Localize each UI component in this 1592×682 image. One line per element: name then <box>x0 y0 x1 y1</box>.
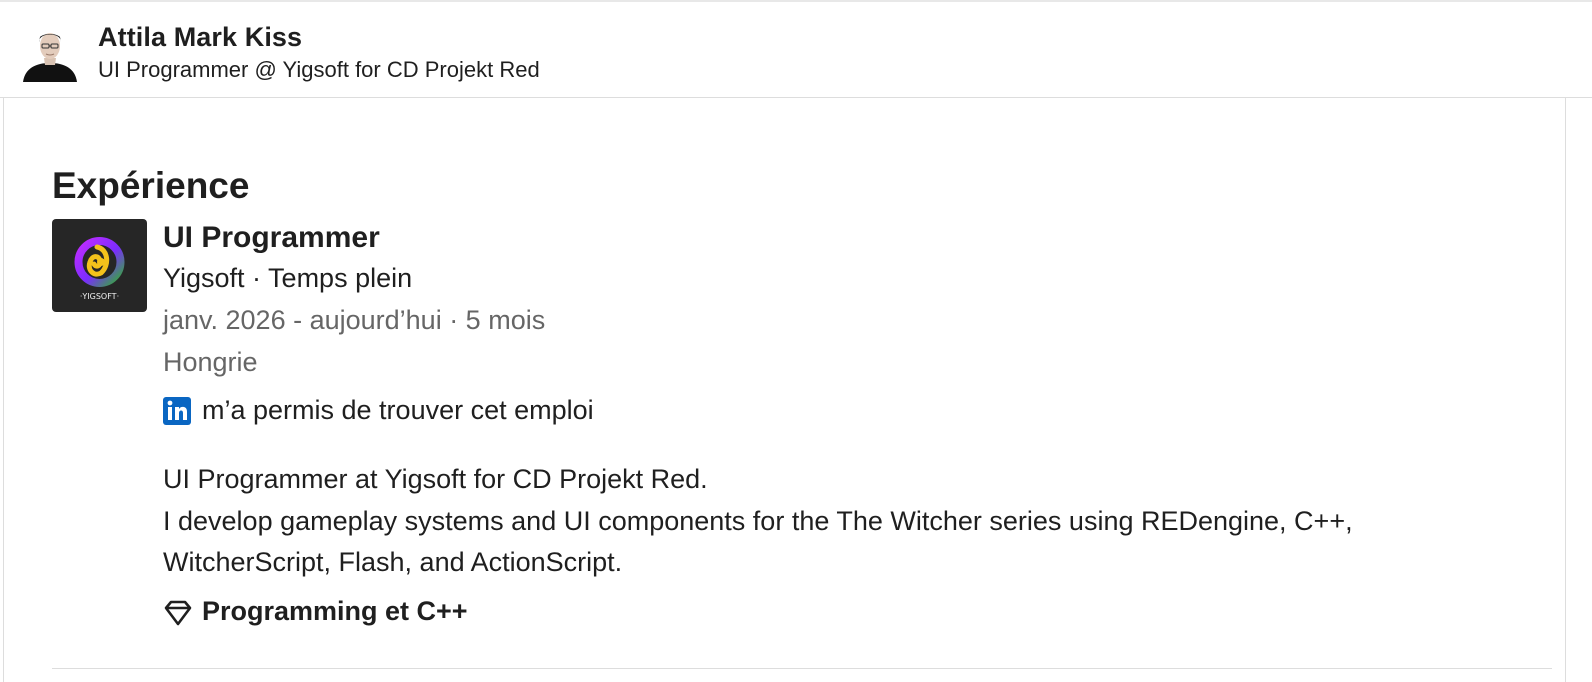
experience-dates-line: janv. 2026 - aujourd’hui · 5 mois <box>163 305 546 335</box>
profile-name: Attila Mark Kiss <box>98 22 303 52</box>
section-title: Expérience <box>52 164 250 206</box>
description-line: I develop gameplay systems and UI compon… <box>163 505 1353 578</box>
linkedin-icon <box>163 397 191 425</box>
experience-location: Hongrie <box>163 347 258 377</box>
experience-section: Expérience ·YIGSOFT· UI Programmer Yigso… <box>3 98 1566 682</box>
description-line: UI Programmer at Yigsoft for CD Projekt … <box>163 464 708 494</box>
yigsoft-logo-icon: ·YIGSOFT· <box>74 237 125 301</box>
experience-company-line: Yigsoft · Temps plein <box>163 263 413 293</box>
experience-description: UI Programmer at Yigsoft for CD Projekt … <box>163 459 1403 584</box>
profile-sticky-header: Attila Mark Kiss UI Programmer @ Yigsoft… <box>0 2 1592 98</box>
diamond-skill-icon <box>164 600 192 626</box>
experience-job-title[interactable]: UI Programmer <box>163 221 380 255</box>
linkedin-profile-page: Attila Mark Kiss UI Programmer @ Yigsoft… <box>0 0 1592 682</box>
profile-photo-icon <box>22 24 78 82</box>
experience-bottom-divider <box>52 668 1552 669</box>
profile-headline: UI Programmer @ Yigsoft for CD Projekt R… <box>98 57 540 82</box>
skills-text: Programming et C++ <box>202 596 468 626</box>
company-logo[interactable]: ·YIGSOFT· <box>52 219 147 312</box>
linkedin-helped-text: m’a permis de trouver cet emploi <box>202 395 594 425</box>
yigsoft-logo-wordmark: ·YIGSOFT· <box>80 292 119 301</box>
avatar[interactable] <box>22 24 78 82</box>
